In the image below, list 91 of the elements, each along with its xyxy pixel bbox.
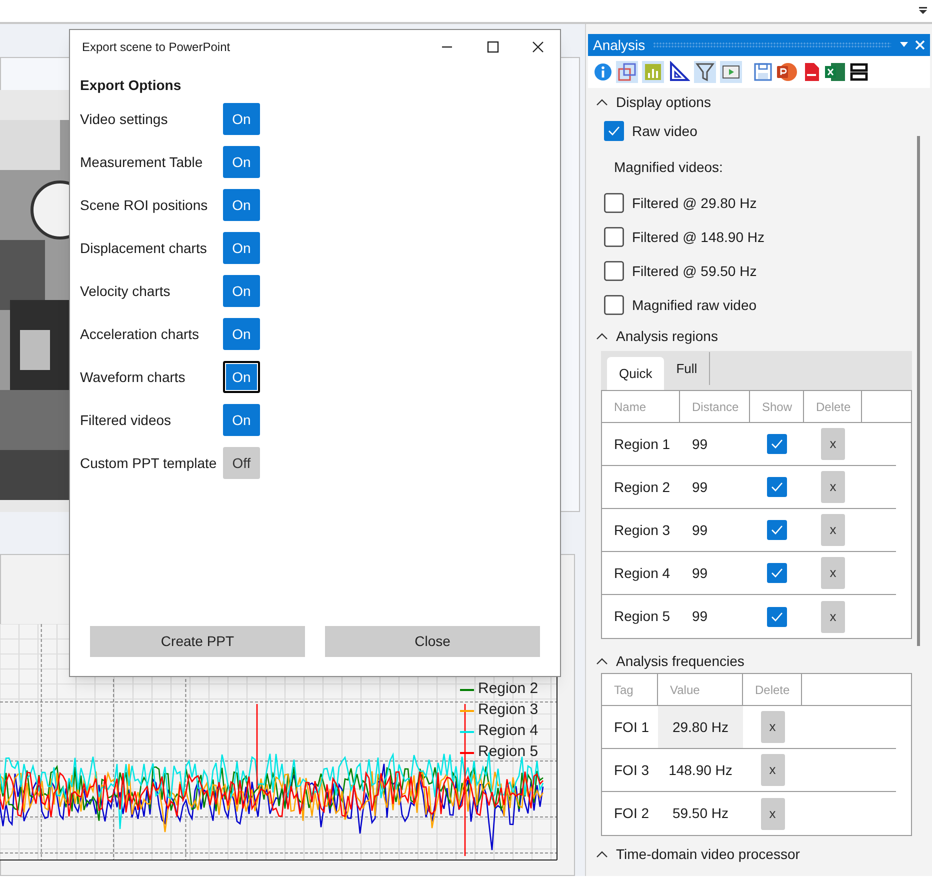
toggle-button[interactable]: Off — [223, 447, 260, 479]
filter-icon[interactable] — [694, 61, 716, 83]
table-cell-text: Region 4 — [613, 564, 672, 583]
checkbox[interactable] — [767, 477, 787, 497]
legend-label: Region 4 — [478, 721, 538, 742]
checkbox-label: Raw video — [632, 122, 698, 140]
chevron-icon[interactable] — [596, 332, 608, 340]
delete-button[interactable]: x — [760, 711, 784, 743]
checkbox[interactable] — [767, 606, 787, 626]
option-label: Measurement Table — [80, 152, 204, 172]
delete-button[interactable]: x — [821, 471, 845, 503]
scrollbar[interactable] — [917, 136, 920, 646]
delete-button[interactable]: x — [821, 428, 845, 460]
toggle-button[interactable]: On — [223, 232, 260, 264]
checkbox-label: Filtered @ 148.90 Hz — [632, 228, 764, 246]
close-icon[interactable] — [532, 40, 544, 52]
legend-label: Region 2 — [478, 679, 538, 700]
checkbox-label: Filtered @ 29.80 Hz — [632, 194, 757, 212]
section-header[interactable]: Analysis frequencies — [616, 650, 744, 672]
section-header[interactable]: Display options — [616, 92, 711, 112]
dialog-title: Export scene to PowerPoint — [82, 38, 232, 56]
section-heading: Export Options — [80, 76, 182, 95]
table-cell-text: Region 3 — [613, 520, 672, 540]
group-label: Magnified videos: — [614, 158, 723, 177]
table-cell[interactable]: 59.50 Hz — [658, 792, 743, 835]
dialog-button[interactable]: Close — [325, 626, 540, 657]
table-cell-text: 99 — [691, 520, 709, 540]
table-cell[interactable]: 29.80 Hz — [658, 706, 743, 748]
dropdown-icon[interactable] — [918, 6, 928, 16]
tab[interactable]: Quick — [607, 357, 664, 390]
toggle-button[interactable]: On — [223, 189, 260, 221]
section-header[interactable]: Analysis regions — [616, 326, 718, 346]
checkbox-label: Magnified raw video — [632, 296, 757, 315]
checkbox[interactable] — [604, 227, 624, 247]
table-cell-text: 99 — [691, 478, 709, 496]
delete-button[interactable]: x — [760, 798, 784, 830]
overlap-squares-icon[interactable] — [616, 61, 638, 83]
table-cell-text: FOI 1 — [613, 718, 650, 736]
option-label: Filtered videos — [80, 410, 172, 430]
checkbox-label: Filtered @ 59.50 Hz — [632, 262, 757, 280]
option-label: Velocity charts — [80, 282, 172, 301]
checkbox[interactable] — [604, 261, 624, 281]
delete-button[interactable]: x — [821, 514, 845, 546]
section-header[interactable]: Time-domain video processor — [616, 844, 800, 864]
checkbox[interactable] — [604, 295, 624, 315]
option-label: Scene ROI positions — [80, 196, 209, 215]
checkbox[interactable] — [767, 434, 787, 454]
table-cell[interactable]: 148.90 Hz — [658, 749, 743, 791]
table-cell-text: 99 — [691, 564, 709, 582]
chevron-icon[interactable] — [596, 658, 608, 664]
dialog-button[interactable]: Create PPT — [90, 626, 305, 657]
table-cell-text: 99 — [691, 607, 709, 626]
table-cell-text: 99 — [691, 434, 709, 454]
table-cell-text: Region 1 — [613, 434, 672, 454]
toggle-button[interactable]: On — [223, 318, 260, 350]
table-cell-text: Region 2 — [613, 478, 672, 497]
delete-button[interactable]: x — [760, 754, 784, 786]
table-cell-text: FOI 3 — [613, 760, 650, 780]
maximize-icon[interactable] — [487, 40, 499, 52]
panel-title: Analysis — [593, 36, 646, 55]
film-icon[interactable] — [720, 61, 742, 83]
spreadsheet-icon[interactable] — [824, 62, 846, 82]
checkbox[interactable] — [767, 563, 787, 583]
pdf-icon[interactable] — [802, 62, 820, 82]
delete-button[interactable]: x — [821, 557, 845, 589]
option-label: Custom PPT template — [80, 454, 218, 473]
toggle-button[interactable]: On — [223, 103, 260, 135]
toggle-button[interactable]: On — [223, 404, 260, 436]
triangle-ruler-icon[interactable] — [668, 61, 690, 83]
option-label: Waveform charts — [80, 368, 186, 386]
option-label: Video settings — [80, 110, 169, 129]
checkbox[interactable] — [767, 520, 787, 540]
option-label: Displacement charts — [80, 238, 208, 258]
checkbox[interactable] — [604, 121, 624, 141]
toggle-button[interactable]: On — [223, 146, 260, 178]
toggle-button[interactable]: On — [223, 361, 260, 393]
toggle-button[interactable]: On — [223, 275, 260, 307]
tab[interactable]: Full — [664, 352, 710, 385]
layout-rows-icon[interactable] — [850, 63, 868, 81]
info-icon[interactable] — [594, 63, 612, 81]
option-label: Acceleration charts — [80, 324, 200, 344]
checkbox[interactable] — [604, 193, 624, 213]
table-cell-text: FOI 2 — [613, 804, 650, 823]
chevron-icon[interactable] — [596, 98, 608, 106]
chevron-icon[interactable] — [596, 850, 608, 858]
delete-button[interactable]: x — [821, 600, 845, 632]
save-icon[interactable] — [754, 63, 772, 81]
legend-label: Region 3 — [478, 700, 538, 720]
table-cell-text: Region 5 — [613, 607, 672, 626]
legend-label: Region 5 — [478, 742, 538, 762]
slides-icon[interactable] — [776, 62, 798, 82]
